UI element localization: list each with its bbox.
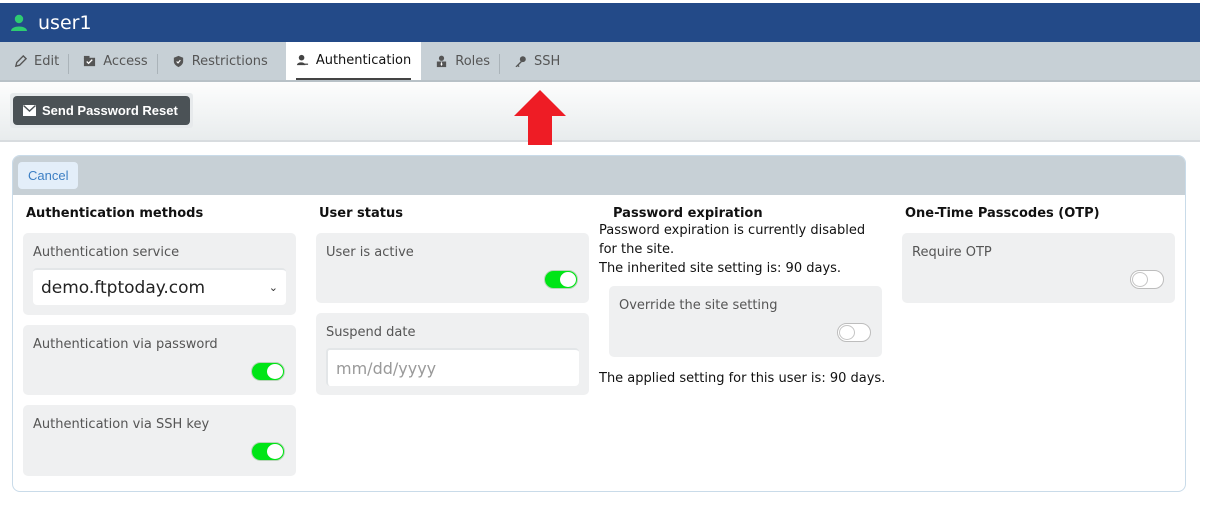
pencil-icon — [14, 54, 27, 67]
otp-section: One-Time Passcodes (OTP) Require OTP — [902, 206, 1175, 303]
tab-label: Restrictions — [191, 53, 268, 69]
page-title: user1 — [38, 11, 92, 34]
authentication-panel: Cancel Authentication methods Authentica… — [12, 155, 1186, 492]
user-status-section: User status User is active Suspend date … — [316, 206, 589, 395]
user-icon — [11, 14, 27, 31]
require-otp-label: Require OTP — [912, 245, 992, 260]
section-heading: User status — [319, 206, 403, 221]
section-heading: Password expiration — [613, 206, 763, 221]
title-bar: user1 — [0, 3, 1200, 42]
auth-service-value: demo.ftptoday.com — [41, 277, 206, 298]
send-password-reset-button[interactable]: Send Password Reset — [13, 96, 190, 125]
tab-label: Authentication — [315, 52, 412, 68]
shield-icon — [173, 55, 183, 67]
password-expiration-section: Password expiration Password expiration … — [599, 206, 889, 388]
send-password-reset-label: Send Password Reset — [42, 103, 178, 118]
suspend-date-card: Suspend date mm/dd/yyyy — [316, 313, 589, 395]
user-key-icon — [296, 54, 308, 65]
panel-header: Cancel — [13, 156, 1185, 195]
person-tie-icon — [437, 55, 447, 67]
section-heading: Authentication methods — [26, 206, 204, 221]
inherited-setting-text: The inherited site setting is: 90 days. — [599, 261, 842, 276]
tab-access[interactable]: Access — [69, 42, 158, 80]
auth-service-card: Authentication service demo.ftptoday.com… — [23, 233, 296, 315]
auth-sshkey-card: Authentication via SSH key — [23, 405, 296, 476]
user-active-card: User is active — [316, 233, 589, 303]
suspend-date-label: Suspend date — [326, 325, 416, 340]
tab-ssh[interactable]: SSH — [500, 42, 570, 80]
expiration-disabled-text: Password expiration is currently disable… — [599, 223, 866, 257]
tab-roles[interactable]: Roles — [421, 42, 500, 80]
auth-sshkey-toggle[interactable] — [251, 442, 285, 461]
user-active-label: User is active — [326, 245, 414, 260]
tab-label: Roles — [455, 53, 491, 69]
envelope-icon — [23, 105, 36, 116]
suspend-date-input[interactable]: mm/dd/yyyy — [326, 348, 579, 386]
cancel-button[interactable]: Cancel — [18, 162, 79, 189]
require-otp-card: Require OTP — [902, 233, 1175, 303]
tab-label: SSH — [534, 53, 561, 69]
applied-setting-text: The applied setting for this user is: 90… — [599, 371, 886, 386]
tab-label: Edit — [34, 53, 60, 69]
send-reset-wrapper: Send Password Reset — [10, 93, 193, 128]
folder-check-icon — [84, 55, 96, 66]
auth-password-toggle[interactable] — [251, 362, 285, 381]
require-otp-toggle[interactable] — [1130, 270, 1164, 289]
tab-edit[interactable]: Edit — [0, 42, 70, 80]
tab-bar: Edit Access Restrictions Authentication … — [0, 42, 1200, 82]
override-label: Override the site setting — [619, 298, 778, 313]
auth-password-label: Authentication via password — [33, 337, 218, 352]
red-arrow-annotation — [514, 90, 566, 145]
tab-restrictions[interactable]: Restrictions — [158, 42, 278, 80]
section-heading: One-Time Passcodes (OTP) — [905, 206, 1100, 221]
key-icon — [515, 55, 526, 67]
tab-authentication[interactable]: Authentication — [285, 42, 422, 80]
auth-password-card: Authentication via password — [23, 325, 296, 395]
override-toggle[interactable] — [837, 323, 871, 342]
auth-service-label: Authentication service — [33, 245, 180, 260]
auth-sshkey-label: Authentication via SSH key — [33, 417, 210, 432]
auth-methods-section: Authentication methods Authentication se… — [23, 206, 296, 476]
auth-service-select[interactable]: demo.ftptoday.com ⌄ — [33, 268, 286, 305]
tab-label: Access — [103, 53, 148, 69]
suspend-date-placeholder: mm/dd/yyyy — [336, 358, 437, 378]
chevron-down-icon: ⌄ — [268, 281, 278, 294]
override-card: Override the site setting — [609, 286, 882, 357]
toolbar: Send Password Reset — [0, 82, 1200, 142]
user-active-toggle[interactable] — [544, 270, 578, 289]
